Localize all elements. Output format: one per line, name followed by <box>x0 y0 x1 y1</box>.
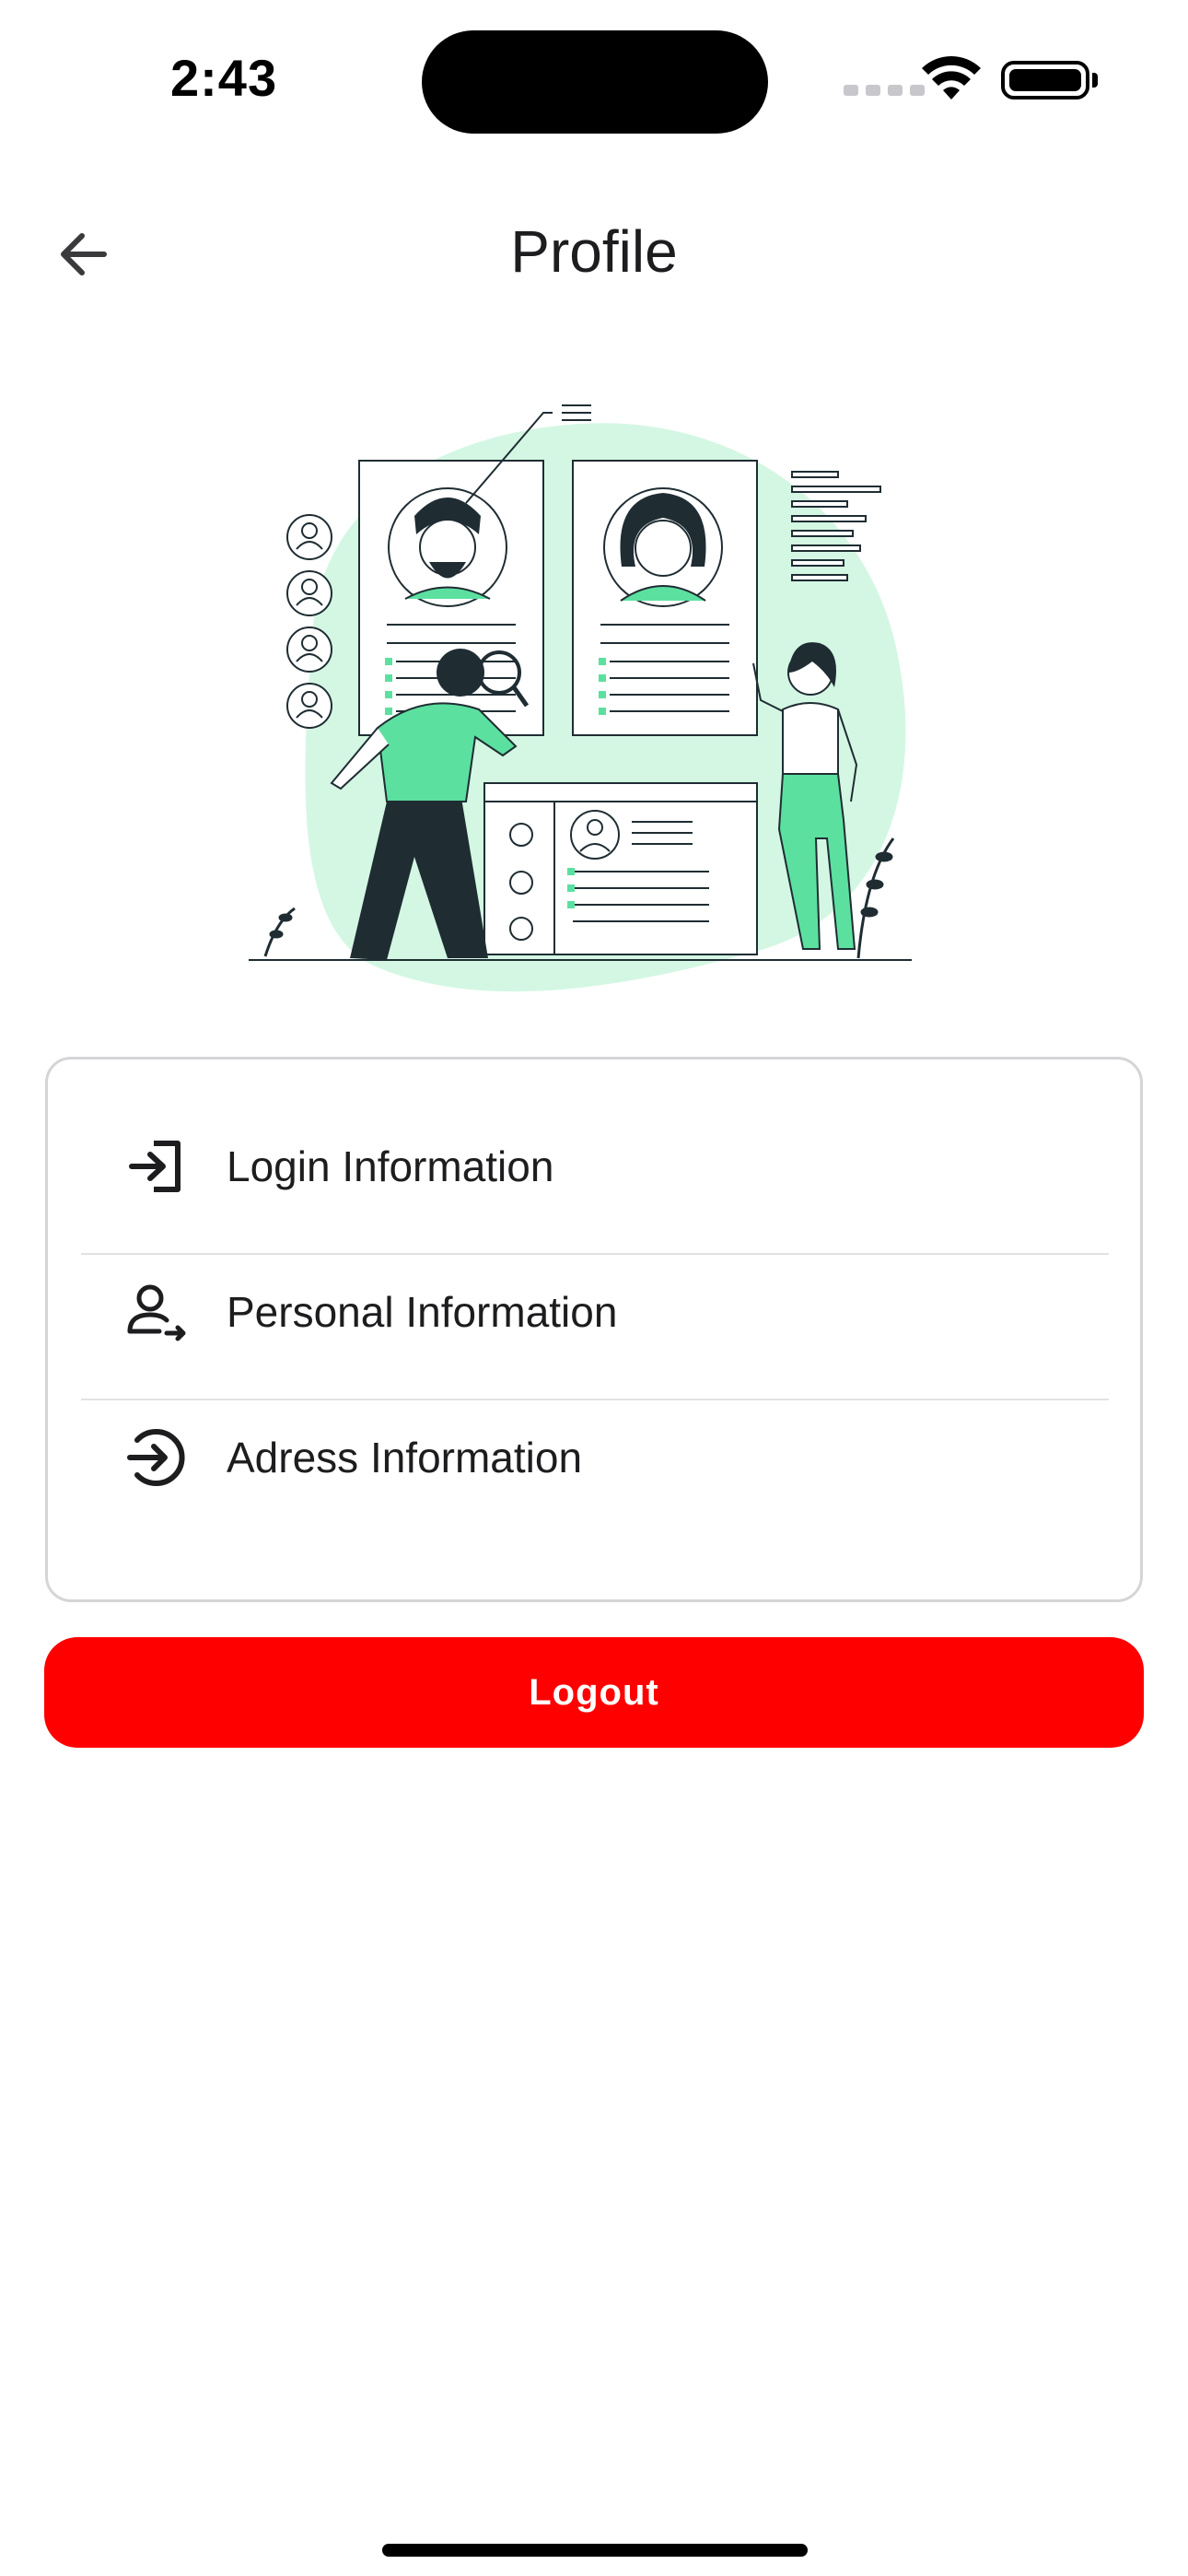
circle-arrow-in-icon <box>116 1417 197 1498</box>
battery-tip <box>1092 73 1098 88</box>
login-icon <box>116 1126 197 1207</box>
cellular-signal-icon <box>844 85 925 96</box>
dynamic-island <box>422 30 768 134</box>
status-time: 2:43 <box>170 49 278 107</box>
profile-menu-card: Login Information Personal Information A… <box>45 1057 1143 1602</box>
logout-button[interactable]: Logout <box>44 1637 1144 1748</box>
battery-icon <box>1001 61 1089 100</box>
status-bar: 2:43 <box>0 0 1188 157</box>
profile-illustration <box>249 404 912 992</box>
address-information-label: Adress Information <box>227 1434 583 1481</box>
login-information-label: Login Information <box>227 1142 554 1190</box>
login-information-item[interactable]: Login Information <box>81 1095 1109 1238</box>
wifi-icon <box>922 56 981 100</box>
user-arrow-icon <box>116 1271 197 1352</box>
personal-information-item[interactable]: Personal Information <box>81 1240 1109 1384</box>
personal-information-label: Personal Information <box>227 1288 618 1336</box>
logout-label: Logout <box>529 1671 659 1713</box>
home-indicator[interactable] <box>382 2544 808 2557</box>
address-information-item[interactable]: Adress Information <box>81 1386 1109 1529</box>
page-title: Profile <box>510 218 678 285</box>
